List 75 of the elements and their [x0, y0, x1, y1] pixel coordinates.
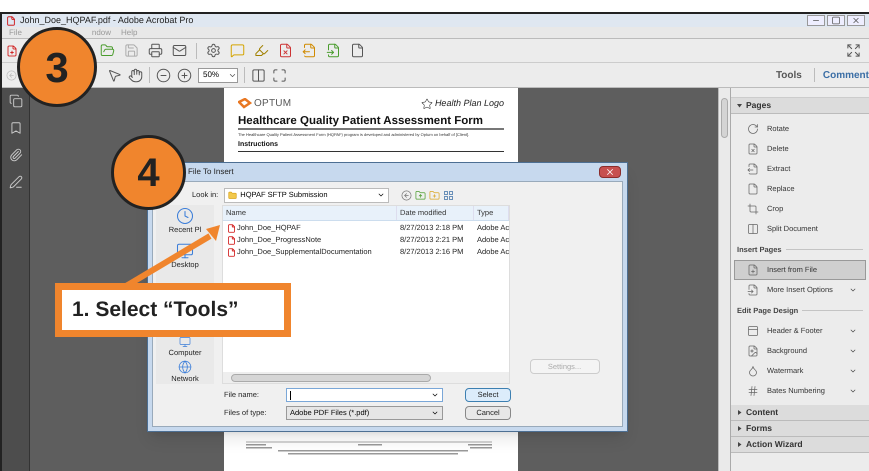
- tool-icon: [747, 345, 759, 357]
- tool-icon: [747, 223, 759, 235]
- star-icon: [420, 98, 433, 110]
- tool-icon: [747, 203, 759, 215]
- pdf-icon: [227, 236, 236, 244]
- caret-icon[interactable]: [849, 286, 857, 294]
- clock-icon: [176, 207, 194, 225]
- zoom-out-icon[interactable]: [156, 68, 171, 82]
- paperclip-icon[interactable]: [8, 148, 22, 162]
- tool-icon: [747, 163, 759, 175]
- minimize-button[interactable]: [807, 15, 825, 26]
- tool-icon: [747, 264, 759, 276]
- back-icon[interactable]: [401, 190, 412, 200]
- page-layout-icon[interactable]: [251, 68, 266, 82]
- bookmark-icon[interactable]: [8, 121, 22, 135]
- fit-page-icon[interactable]: [272, 68, 287, 82]
- folder-icon: [228, 190, 238, 200]
- monitor-icon: [176, 242, 194, 260]
- caret-icon[interactable]: [377, 191, 386, 199]
- hand-icon[interactable]: [128, 68, 143, 82]
- up-folder-icon[interactable]: [415, 190, 426, 200]
- caret-icon[interactable]: [431, 391, 439, 399]
- globe-icon: [178, 360, 192, 374]
- tool-icon: [747, 325, 759, 337]
- pages-icon[interactable]: [8, 94, 22, 108]
- collapsed-caret-icon: [737, 426, 742, 431]
- pdf-icon: [6, 16, 16, 26]
- create-icon[interactable]: [6, 44, 18, 56]
- pdf-icon: [227, 224, 236, 232]
- caret-icon[interactable]: [849, 387, 857, 395]
- tool-icon: [747, 123, 759, 135]
- panel-tab[interactable]: Comment: [820, 68, 869, 82]
- close-button[interactable]: [599, 166, 621, 178]
- delete-page-icon[interactable]: [278, 43, 293, 58]
- window-title: John_Doe_HQPAF.pdf - Adobe Acrobat Pro: [20, 16, 194, 25]
- caret-icon[interactable]: [431, 409, 439, 417]
- close-button[interactable]: [847, 15, 865, 26]
- caret-icon[interactable]: [849, 327, 857, 335]
- tool-icon: [747, 183, 759, 195]
- monitor-icon: [179, 336, 191, 348]
- select-tool-icon[interactable]: [107, 68, 122, 82]
- page-arrow-icon[interactable]: [326, 43, 341, 58]
- tool-icon: [747, 284, 759, 296]
- optum-logo-icon: [238, 98, 252, 110]
- expanded-caret-icon: [737, 103, 742, 108]
- view-menu-icon[interactable]: [443, 190, 454, 200]
- zoom-field[interactable]: 50%: [198, 68, 238, 82]
- email-icon[interactable]: [172, 43, 187, 58]
- tool-icon: [747, 385, 759, 397]
- page-caret-icon[interactable]: [350, 43, 365, 58]
- open-folder-icon[interactable]: [100, 43, 115, 58]
- dialog-title: File To Insert: [188, 166, 234, 178]
- panel-section-header[interactable]: Forms: [731, 421, 869, 437]
- health-plan-logo: Health Plan Logo: [434, 96, 504, 110]
- form-title: Healthcare Quality Patient Assessment Form: [238, 114, 504, 130]
- pdf-icon: [227, 248, 236, 256]
- zoom-in-icon[interactable]: [177, 68, 192, 82]
- instruction-callout: 1. Select “Tools”: [55, 283, 291, 337]
- highlighter-icon[interactable]: [254, 43, 269, 58]
- panel-tab[interactable]: Tools: [770, 68, 808, 82]
- panel-section-header[interactable]: Content: [731, 405, 869, 421]
- print-icon[interactable]: [148, 43, 163, 58]
- signature-icon[interactable]: [8, 175, 22, 189]
- restore-button[interactable]: [827, 15, 845, 26]
- panel-section-header[interactable]: Pages: [731, 98, 869, 114]
- settings-icon[interactable]: [206, 43, 221, 58]
- caret-icon[interactable]: [849, 347, 857, 355]
- tool-icon: [747, 143, 759, 155]
- tool-icon: [747, 365, 759, 377]
- collapsed-caret-icon: [737, 442, 742, 447]
- logo-text: OPTUM: [254, 97, 292, 111]
- expand-icon[interactable]: [846, 43, 861, 58]
- panel-section-header[interactable]: Action Wizard: [731, 437, 869, 453]
- caret-icon[interactable]: [849, 367, 857, 375]
- collapsed-caret-icon: [737, 410, 742, 415]
